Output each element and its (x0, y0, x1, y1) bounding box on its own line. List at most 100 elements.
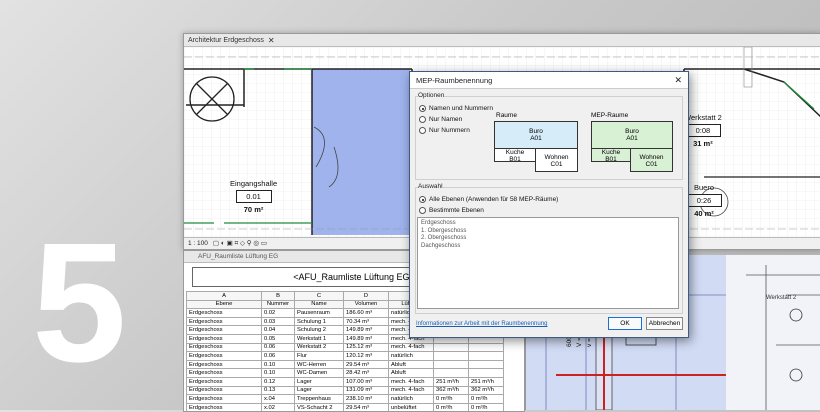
table-row[interactable]: Erdgeschoss0.10WC-Damen28.42 m³Abluft (187, 369, 504, 378)
list-item[interactable]: Dachgeschoss (421, 243, 675, 251)
table-cell: WC-Damen (295, 369, 344, 378)
table-cell: Erdgeschoss (187, 386, 262, 395)
dialog-title: MEP-Raumbenennung (416, 76, 492, 85)
table-cell: VS-Schacht 2 (295, 403, 344, 412)
room-name: Werkstatt 2 (684, 113, 722, 122)
radio-icon[interactable] (419, 196, 426, 203)
table-cell: 131.09 m³ (344, 386, 389, 395)
mep-room-naming-dialog[interactable]: MEP-Raumbenennung ✕ Optionen Namen und N… (409, 71, 689, 338)
table-cell: 362 m³/h (434, 386, 469, 395)
table-cell: 362 m³/h (469, 386, 504, 395)
table-row[interactable]: Erdgeschoss0.10WC-Herren29.54 m³Abluft (187, 360, 504, 369)
table-cell: x.02 (262, 403, 295, 412)
box-num: B01 (592, 156, 630, 163)
table-cell: 238.10 m³ (344, 395, 389, 404)
table-cell: 186.60 m³ (344, 309, 389, 318)
table-cell: 0.12 (262, 377, 295, 386)
auswahl-label: Auswahl (418, 183, 443, 190)
room-tag-1[interactable]: Werkstatt 2 0:08 31 m² (684, 113, 722, 148)
table-cell (434, 352, 469, 361)
raeume-label: Raume (496, 112, 517, 119)
table-cell: Erdgeschoss (187, 334, 262, 343)
table-cell: 0.06 (262, 352, 295, 361)
table-cell: 251 m³/h (434, 377, 469, 386)
radio-icon[interactable] (419, 127, 426, 134)
table-cell: Erdgeschoss (187, 369, 262, 378)
table-cell: 107.00 m³ (344, 377, 389, 386)
radio-label: Namen und Nummern (429, 105, 493, 112)
table-cell: 29.54 m³ (344, 360, 389, 369)
mep-box-left: Kuche B01 (591, 148, 631, 162)
room-number: 0:08 (685, 124, 721, 137)
list-item[interactable]: 2. Obergeschoss (421, 235, 675, 243)
box-num: A01 (592, 135, 672, 142)
table-cell: 70.34 m³ (344, 317, 389, 326)
table-row[interactable]: Erdgeschoss0.06Werkstatt 2125.12 m³mech.… (187, 343, 504, 352)
table-row[interactable]: Erdgeschoss0.06Flur120.12 m³natürlich (187, 352, 504, 361)
table-cell: Erdgeschoss (187, 395, 262, 404)
radio-names-numbers[interactable]: Namen und Nummern (419, 105, 493, 112)
table-row[interactable]: Erdgeschoss0.13Lager131.09 m³mech. 4-fac… (187, 386, 504, 395)
table-cell: Erdgeschoss (187, 343, 262, 352)
room-tag-2[interactable]: Buero 0:26 40 m² (686, 183, 722, 218)
col-letter: C (295, 292, 344, 301)
table-cell: Schulung 1 (295, 317, 344, 326)
table-cell: x.04 (262, 395, 295, 404)
table-cell: Erdgeschoss (187, 309, 262, 318)
table-cell: mech. 4-fach (389, 343, 434, 352)
col-header: Ebene (187, 300, 262, 309)
box-num: C01 (536, 161, 577, 168)
table-row[interactable]: Erdgeschoss0.12Lager107.00 m³mech. 4-fac… (187, 377, 504, 386)
radio-icon[interactable] (419, 207, 426, 214)
room-area: 70 m² (230, 205, 277, 214)
mep-box-right: Wohnen C01 (630, 148, 673, 172)
table-cell: natürlich (389, 395, 434, 404)
table-cell: 149.89 m³ (344, 334, 389, 343)
cancel-button[interactable]: Abbrechen (646, 317, 683, 330)
box-name: Buro (592, 128, 672, 135)
room-area: 40 m² (686, 209, 722, 218)
levels-list[interactable]: Erdgeschoss 1. Obergeschoss 2. Obergesch… (417, 217, 679, 309)
info-link[interactable]: Informationen zur Arbeit mit der Raumben… (416, 321, 547, 327)
raeume-box-left: Kuche B01 (494, 148, 536, 162)
list-item[interactable]: Erdgeschoss (421, 220, 675, 228)
mep-raeume-label: MEP-Raume (591, 112, 628, 119)
table-cell: 0.03 (262, 317, 295, 326)
raeume-box-right: Wohnen C01 (535, 148, 578, 172)
room-number: 0:26 (686, 194, 722, 207)
col-header: Nummer (262, 300, 295, 309)
room-tag-0[interactable]: Eingangshalle 0.01 70 m² (230, 179, 277, 214)
table-cell: Lager (295, 377, 344, 386)
table-cell: Schulung 2 (295, 326, 344, 335)
box-name: Buro (495, 128, 577, 135)
plan-tab[interactable]: Architektur Erdgeschoss ✕ (184, 34, 820, 47)
close-icon[interactable]: ✕ (674, 75, 682, 86)
table-cell (469, 343, 504, 352)
room-number: 0.01 (236, 190, 272, 203)
radio-names-only[interactable]: Nur Namen (419, 116, 462, 123)
ok-button[interactable]: OK (608, 317, 642, 330)
table-row[interactable]: Erdgeschossx.04Treppenhaus238.10 m³natür… (187, 395, 504, 404)
table-cell: 0.13 (262, 386, 295, 395)
box-num: B01 (495, 156, 535, 163)
table-cell: Erdgeschoss (187, 326, 262, 335)
table-row[interactable]: Erdgeschossx.02VS-Schacht 229.54 m³unbel… (187, 403, 504, 412)
radio-specific-levels[interactable]: Bestimmte Ebenen (419, 207, 484, 214)
scale-label[interactable]: 1 : 100 (188, 240, 208, 247)
radio-icon[interactable] (419, 116, 426, 123)
radio-icon[interactable] (419, 105, 426, 112)
view-icons[interactable]: ▢ ◐ ▣ ⌗ ◇ ⚲ ◎ ▭ (213, 239, 267, 248)
room-name: Eingangshalle (230, 179, 277, 188)
room-name: Buero (686, 183, 722, 192)
table-cell: 0.02 (262, 309, 295, 318)
table-cell: Erdgeschoss (187, 317, 262, 326)
table-cell: 29.54 m³ (344, 403, 389, 412)
radio-label: Nur Namen (429, 116, 462, 123)
list-item[interactable]: 1. Obergeschoss (421, 228, 675, 236)
close-icon[interactable]: ✕ (268, 36, 275, 45)
radio-numbers-only[interactable]: Nur Nummern (419, 127, 470, 134)
plan-tab-title: Architektur Erdgeschoss (188, 37, 264, 44)
col-letter: B (262, 292, 295, 301)
table-cell: Werkstatt 1 (295, 334, 344, 343)
radio-all-levels[interactable]: Alle Ebenen (Anwenden für 58 MEP-Räume) (419, 196, 558, 203)
